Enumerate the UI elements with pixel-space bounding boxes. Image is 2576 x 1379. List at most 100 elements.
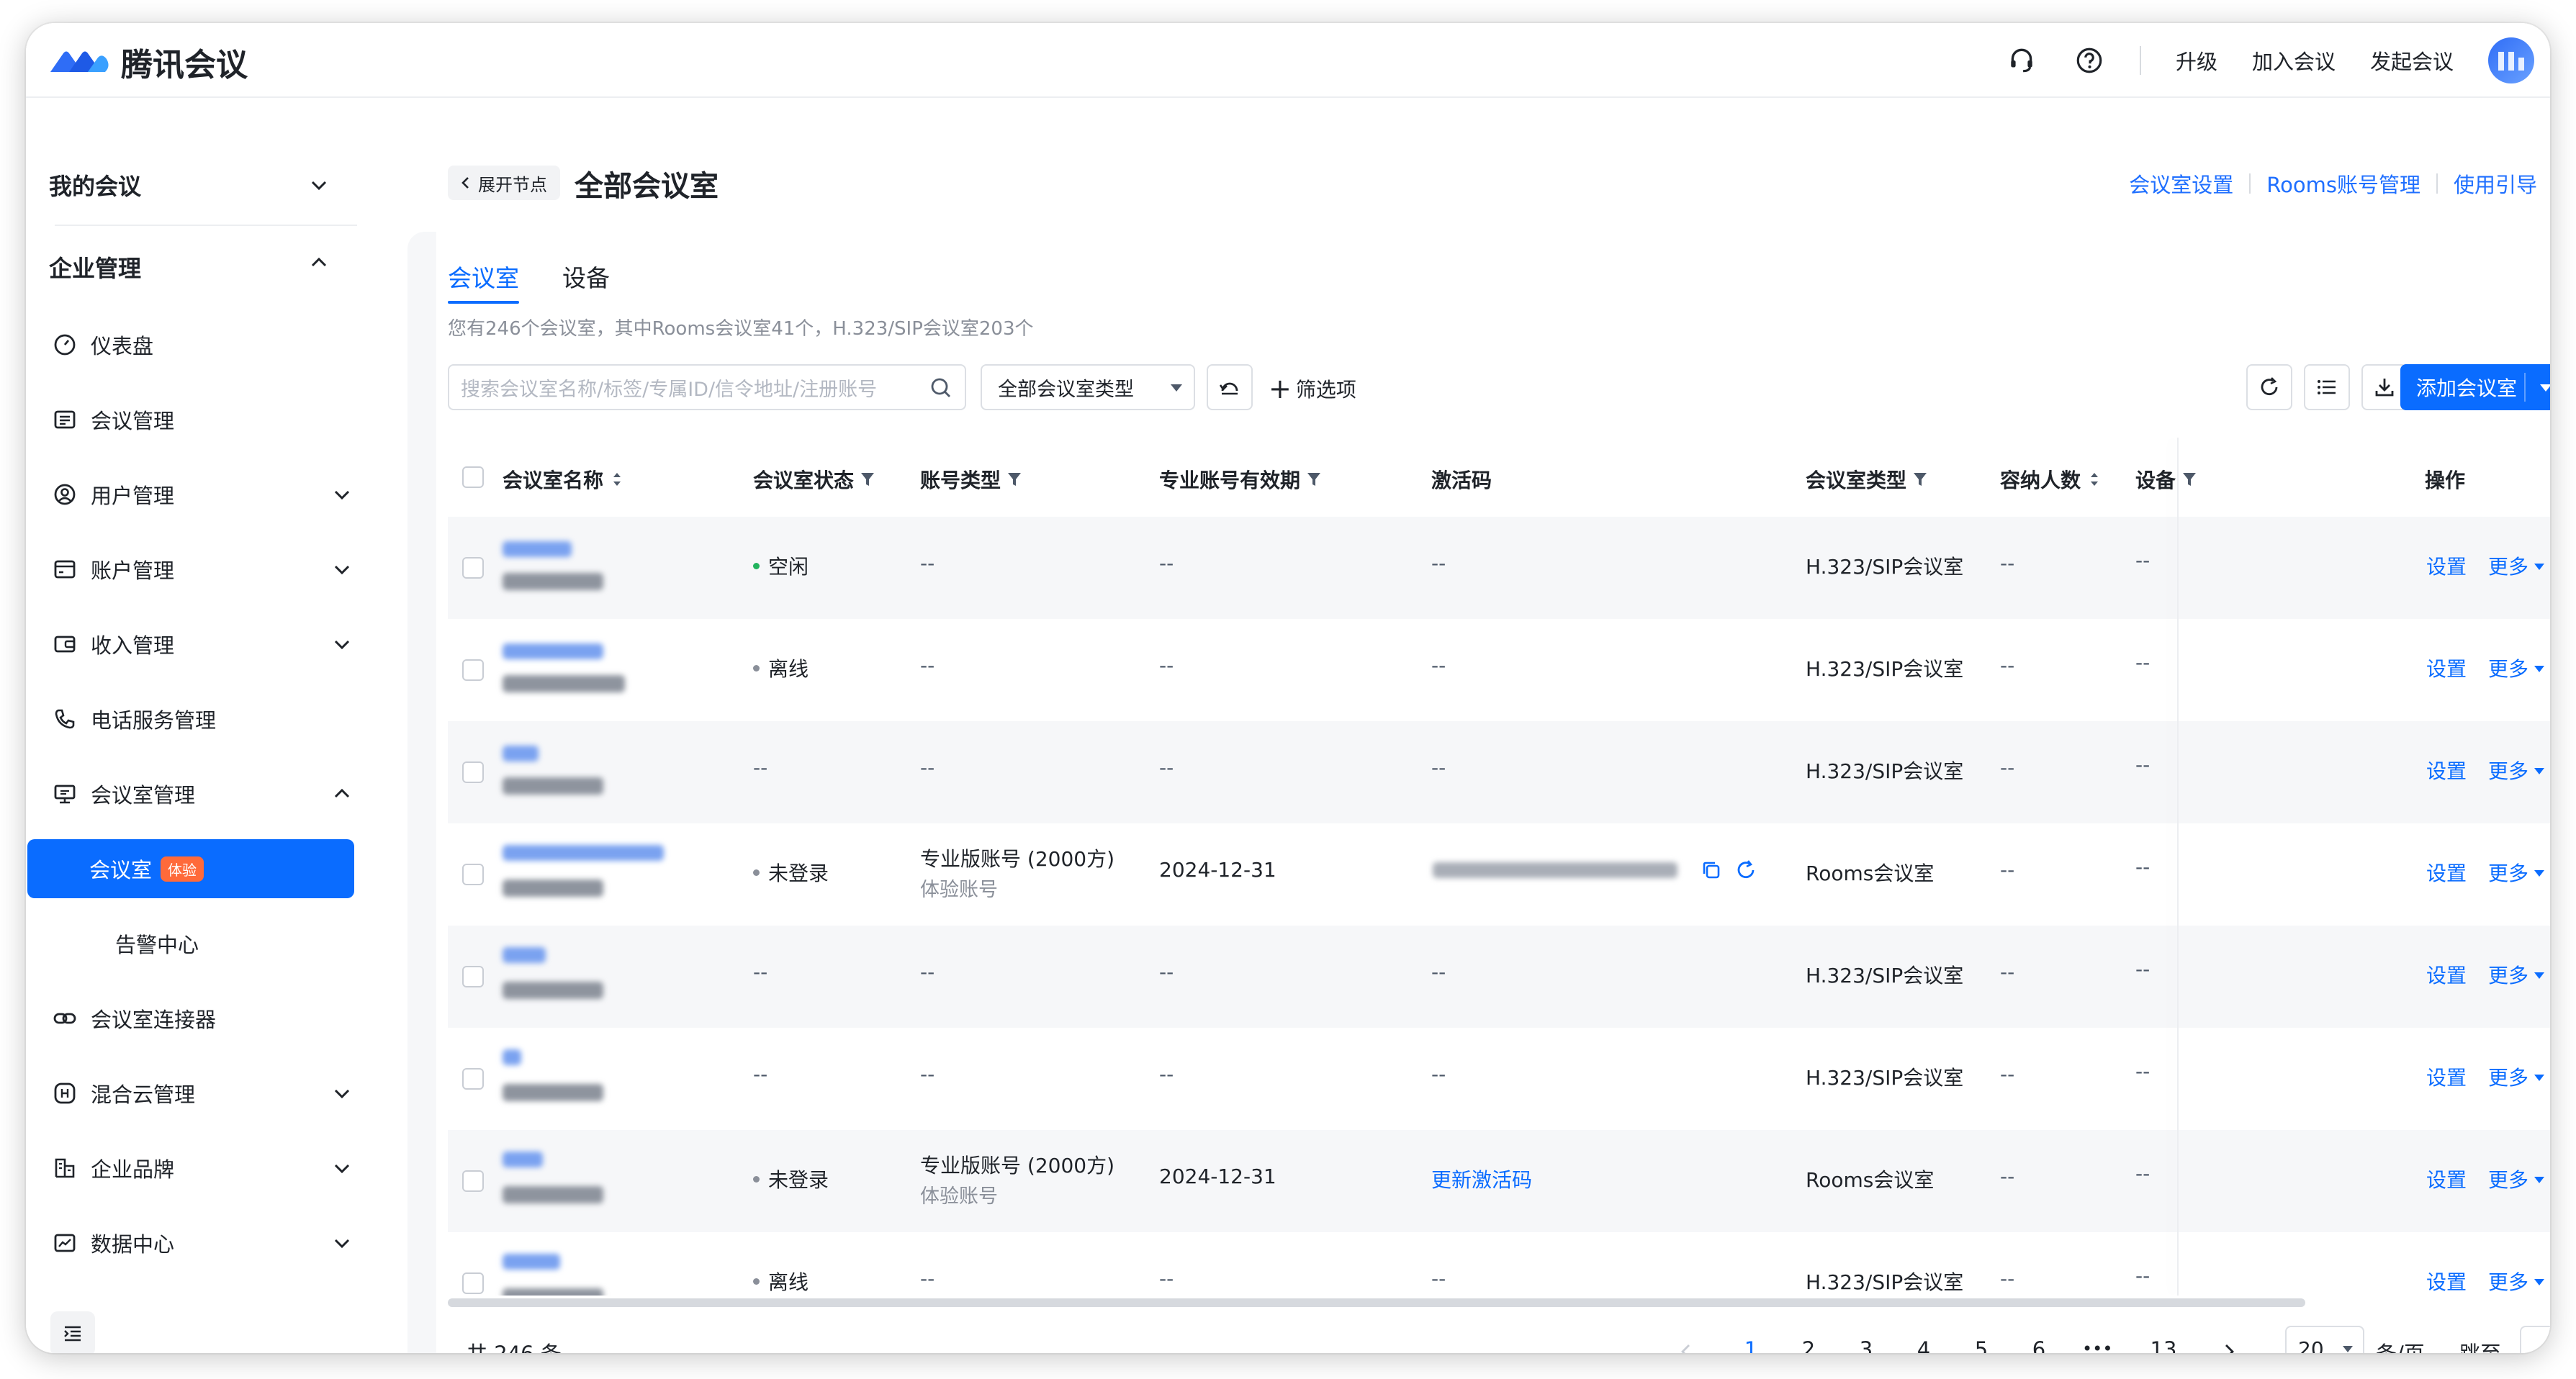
chevron-down-icon <box>334 640 350 650</box>
join-meeting-link[interactable]: 加入会议 <box>2252 45 2336 76</box>
per-page-label: 条/页 <box>2376 1337 2425 1353</box>
settings-link[interactable]: 设置 <box>2426 551 2467 580</box>
page-size-select[interactable]: 20 <box>2285 1326 2364 1353</box>
settings-link[interactable]: 设置 <box>2426 756 2467 785</box>
sidebar-item-hybrid-cloud[interactable]: 混合云管理 <box>46 1065 370 1121</box>
rooms-account-link[interactable]: Rooms账号管理 <box>2266 168 2420 199</box>
sidebar-group-my-meetings[interactable]: 我的会议 <box>49 168 141 202</box>
table-row[interactable]: 离线 -- -- -- H.323/SIP会议室 -- -- 设置 更多 <box>448 1232 2550 1296</box>
upgrade-link[interactable]: 升级 <box>2176 45 2217 76</box>
filter-options-button[interactable]: + 筛选项 <box>1269 374 1356 403</box>
settings-link[interactable]: 设置 <box>2426 654 2467 682</box>
add-room-button[interactable]: 添加会议室 <box>2400 364 2550 410</box>
room-type-select[interactable]: 全部会议室类型 <box>981 364 1195 410</box>
page-6[interactable]: 6 <box>2025 1337 2053 1353</box>
support-headset-icon[interactable] <box>2004 43 2039 78</box>
table-row[interactable]: 离线 -- -- -- H.323/SIP会议室 -- -- 设置 更多 <box>448 619 2550 721</box>
prev-page-icon[interactable] <box>1677 1342 1695 1353</box>
account-cell: -- <box>920 1062 935 1086</box>
start-meeting-link[interactable]: 发起会议 <box>2370 45 2454 76</box>
row-checkbox[interactable] <box>462 1272 484 1294</box>
refresh-button[interactable] <box>2246 364 2292 410</box>
column-settings-button[interactable] <box>2304 364 2350 410</box>
sidebar-item-account-mgmt[interactable]: 账户管理 <box>46 541 370 597</box>
page-4[interactable]: 4 <box>1909 1337 1938 1353</box>
more-dropdown[interactable]: 更多 <box>2488 960 2545 989</box>
table-row[interactable]: -- -- -- -- H.323/SIP会议室 -- -- 设置 更多 <box>448 1028 2550 1130</box>
row-checkbox[interactable] <box>462 761 484 783</box>
fixed-column-divider <box>2177 438 2179 1296</box>
sidebar-item-data-center[interactable]: 数据中心 <box>46 1215 370 1271</box>
page-2[interactable]: 2 <box>1794 1337 1823 1353</box>
page-1[interactable]: 1 <box>1737 1337 1765 1353</box>
more-dropdown[interactable]: 更多 <box>2488 858 2545 887</box>
settings-link[interactable]: 设置 <box>2426 960 2467 989</box>
table-row[interactable]: -- -- -- -- H.323/SIP会议室 -- -- 设置 更多 <box>448 926 2550 1028</box>
col-room-status[interactable]: 会议室状态 <box>753 465 875 494</box>
col-capacity[interactable]: 容纳人数 <box>2000 465 2102 494</box>
page-13[interactable]: 13 <box>2145 1337 2181 1353</box>
col-room-name[interactable]: 会议室名称 <box>503 465 625 494</box>
col-device[interactable]: 设备 <box>2135 465 2197 494</box>
more-dropdown[interactable]: 更多 <box>2488 1062 2545 1091</box>
sidebar-item-meeting-room[interactable]: 会议室 体验 <box>27 839 354 898</box>
usage-guide-link[interactable]: 使用引导 <box>2454 168 2537 199</box>
tab-meeting-room[interactable]: 会议室 <box>448 259 519 304</box>
sidebar-item-phone-service[interactable]: 电话服务管理 <box>46 691 370 747</box>
reset-button[interactable] <box>1207 364 1253 410</box>
settings-link[interactable]: 设置 <box>2426 1267 2467 1296</box>
col-account-type[interactable]: 账号类型 <box>920 465 1022 494</box>
sidebar-item-room-mgmt[interactable]: 会议室管理 <box>46 766 370 822</box>
refresh-code-icon[interactable] <box>1735 859 1757 881</box>
sidebar-item-dashboard[interactable]: 仪表盘 <box>46 317 370 373</box>
row-checkbox[interactable] <box>462 1170 484 1192</box>
sidebar-item-brand[interactable]: 企业品牌 <box>46 1140 370 1196</box>
page-3[interactable]: 3 <box>1852 1337 1881 1353</box>
help-icon[interactable] <box>2072 43 2107 78</box>
room-settings-link[interactable]: 会议室设置 <box>2129 168 2233 199</box>
table-row[interactable]: 空闲 -- -- -- H.323/SIP会议室 -- -- 设置 更多 <box>448 517 2550 619</box>
more-dropdown[interactable]: 更多 <box>2488 756 2545 785</box>
settings-link[interactable]: 设置 <box>2426 1165 2467 1193</box>
chevron-down-icon[interactable] <box>308 174 330 196</box>
page-5[interactable]: 5 <box>1967 1337 1996 1353</box>
horizontal-scrollbar[interactable] <box>448 1298 2305 1307</box>
more-dropdown[interactable]: 更多 <box>2488 1165 2545 1193</box>
brand-logo[interactable]: 腾讯会议 <box>48 39 248 85</box>
settings-link[interactable]: 设置 <box>2426 858 2467 887</box>
row-checkbox[interactable] <box>462 557 484 579</box>
collapse-sidebar-button[interactable] <box>50 1311 95 1353</box>
table-row[interactable]: -- -- -- -- H.323/SIP会议室 -- -- 设置 更多 <box>448 721 2550 823</box>
chevron-up-icon[interactable] <box>308 252 330 273</box>
page-ellipsis[interactable]: ••• <box>2082 1339 2112 1353</box>
caret-down-icon[interactable] <box>2540 384 2550 392</box>
avatar[interactable] <box>2488 37 2534 83</box>
row-checkbox[interactable] <box>462 864 484 885</box>
sidebar-item-user-mgmt[interactable]: 用户管理 <box>46 466 370 523</box>
sidebar-item-alarm-center[interactable]: 告警中心 <box>46 915 370 972</box>
copy-icon[interactable] <box>1701 859 1722 881</box>
search-input[interactable]: 搜索会议室名称/标签/专属ID/信令地址/注册账号 <box>448 364 966 410</box>
row-checkbox[interactable] <box>462 966 484 987</box>
sidebar-group-enterprise[interactable]: 企业管理 <box>49 250 141 284</box>
more-dropdown[interactable]: 更多 <box>2488 1267 2545 1296</box>
more-dropdown[interactable]: 更多 <box>2488 654 2545 682</box>
tab-devices[interactable]: 设备 <box>562 259 610 304</box>
expand-nodes-button[interactable]: 展开节点 <box>448 166 560 200</box>
row-checkbox[interactable] <box>462 659 484 681</box>
select-all-checkbox[interactable] <box>462 466 484 488</box>
row-checkbox[interactable] <box>462 1068 484 1090</box>
settings-link[interactable]: 设置 <box>2426 1062 2467 1091</box>
jump-page-input[interactable] <box>2520 1326 2550 1353</box>
sidebar-item-meeting-mgmt[interactable]: 会议管理 <box>46 392 370 448</box>
col-pro-expiry[interactable]: 专业账号有效期 <box>1159 465 1322 494</box>
table-row[interactable]: 未登录 专业版账号 (2000方) 体验账号 2024-12-31 Rooms会… <box>448 823 2550 926</box>
sidebar-item-income-mgmt[interactable]: 收入管理 <box>46 616 370 672</box>
sidebar-item-room-connector[interactable]: 会议室连接器 <box>46 990 370 1046</box>
button-divider <box>2524 373 2526 402</box>
renew-activation-code-link[interactable]: 更新激活码 <box>1431 1165 1532 1193</box>
more-dropdown[interactable]: 更多 <box>2488 551 2545 580</box>
next-page-icon[interactable] <box>2220 1342 2238 1353</box>
table-row[interactable]: 未登录 专业版账号 (2000方) 体验账号 2024-12-31 更新激活码 … <box>448 1130 2550 1232</box>
col-room-type[interactable]: 会议室类型 <box>1806 465 1928 494</box>
